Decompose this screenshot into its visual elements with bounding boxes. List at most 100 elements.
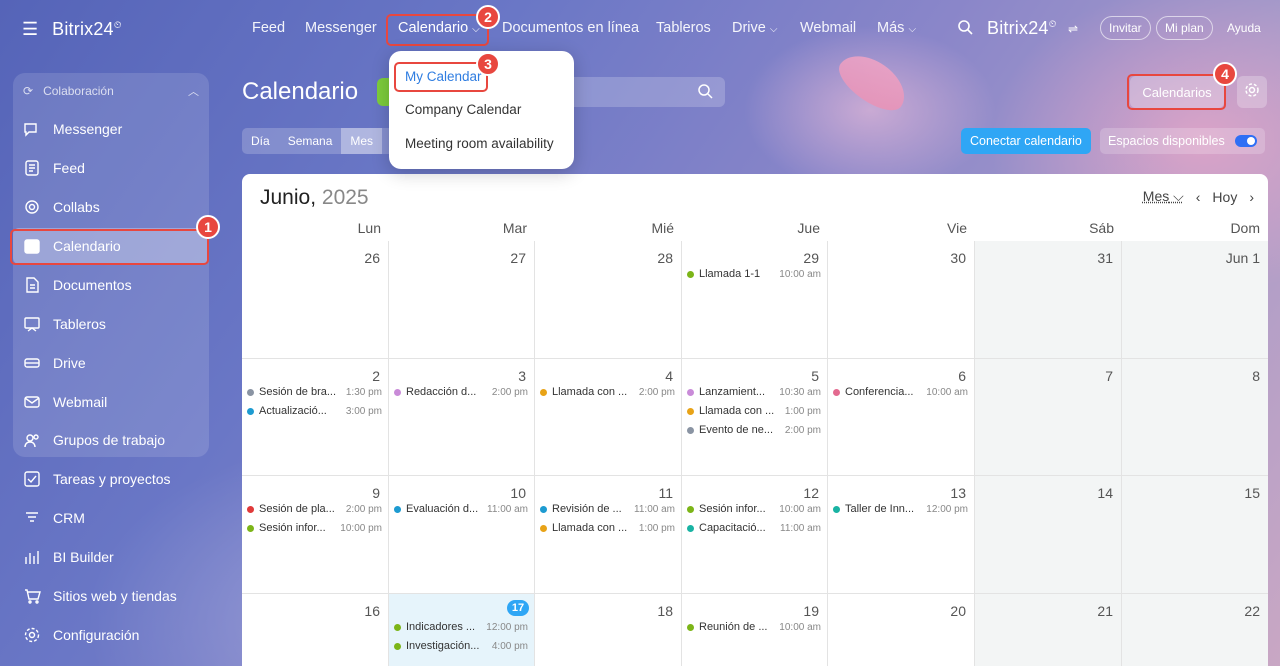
topnav-tableros[interactable]: Tableros [656, 20, 711, 36]
calendar-event[interactable]: Revisión de ... 11:00 am [540, 501, 675, 517]
calendar-event[interactable]: Indicadores ... 12:00 pm [394, 619, 528, 635]
topnav-mas[interactable]: Más ⌵ [877, 20, 916, 36]
sidebar-item-calendario[interactable]: Calendario [13, 228, 209, 264]
connect-calendar-button[interactable]: Conectar calendario [961, 128, 1091, 154]
sidebar-group-header[interactable]: ⟳ Colaboración ︿ [13, 80, 209, 102]
brand-logo-top[interactable]: Bitrix24⏲ [987, 18, 1057, 39]
day-cell[interactable]: 29 Llamada 1-1 10:00 am [682, 241, 828, 359]
day-cell[interactable]: 4 Llamada con ... 2:00 pm [535, 359, 682, 476]
day-cell[interactable]: 19 Reunión de ... 10:00 am [682, 594, 828, 666]
topnav-calendario[interactable]: Calendario ⌵ [398, 20, 480, 36]
menu-icon[interactable]: ☰ [22, 20, 38, 38]
day-cell[interactable]: 16 [242, 594, 389, 666]
day-cell[interactable]: 8 [1122, 359, 1268, 476]
calendar-search-input[interactable] [560, 77, 725, 107]
calendar-event[interactable]: Taller de Inn... 12:00 pm [833, 501, 968, 517]
calendar-event[interactable]: Redacción d... 2:00 pm [394, 384, 528, 400]
day-cell[interactable]: 15 [1122, 476, 1268, 594]
chevron-up-icon[interactable]: ︿ [188, 83, 199, 99]
day-cell[interactable]: 13 Taller de Inn... 12:00 pm [828, 476, 975, 594]
tab-week[interactable]: Semana [279, 128, 342, 154]
sidebar-item-tableros[interactable]: Tableros [13, 306, 209, 342]
day-cell[interactable]: 20 [828, 594, 975, 666]
day-cell[interactable]: 26 [242, 241, 389, 359]
calendar-event[interactable]: Llamada con ... 2:00 pm [540, 384, 675, 400]
help-button[interactable]: Ayuda [1219, 16, 1269, 40]
calendar-event[interactable]: Llamada con ... 1:00 pm [687, 403, 821, 419]
sidebar-item-collabs[interactable]: Collabs [13, 189, 209, 225]
calendar-event[interactable]: Sesión infor... 10:00 am [687, 501, 821, 517]
brand-logo[interactable]: Bitrix24⏲ [52, 19, 122, 40]
calendar-event[interactable]: Sesión de pla... 2:00 pm [247, 501, 382, 517]
tab-day[interactable]: Día [242, 128, 279, 154]
sidebar-item-tareas-y-proyectos[interactable]: Tareas y proyectos [13, 461, 209, 497]
calendar-event[interactable]: Sesión infor... 10:00 pm [247, 520, 382, 536]
day-cell[interactable]: 9 Sesión de pla... 2:00 pm Sesión infor... 1… [242, 476, 389, 594]
mail-icon [23, 393, 41, 411]
sidebar-item-sitios-web-y-tiendas[interactable]: Sitios web y tiendas [13, 578, 209, 614]
menu-item-my-calendar[interactable]: My Calendar [405, 69, 482, 84]
calendar-event[interactable]: Conferencia... 10:00 am [833, 384, 968, 400]
day-cell[interactable]: Jun 1 [1122, 241, 1268, 359]
sidebar-item-crm[interactable]: CRM [13, 500, 209, 536]
day-cell[interactable]: 28 [535, 241, 682, 359]
settings-sliders-icon[interactable]: ⇌ [1068, 22, 1078, 36]
day-cell[interactable]: 17 Indicadores ... 12:00 pm Investigación..… [389, 594, 535, 666]
available-spaces-toggle[interactable]: Espacios disponibles [1100, 128, 1265, 154]
calendar-event[interactable]: Investigación... 4:00 pm [394, 638, 528, 654]
calendars-button[interactable]: Calendarios [1130, 76, 1224, 108]
day-cell[interactable]: 10 Evaluación d... 11:00 am [389, 476, 535, 594]
calendar-event[interactable]: Evaluación d... 11:00 am [394, 501, 528, 517]
calendar-event[interactable]: Sesión de bra... 1:30 pm [247, 384, 382, 400]
weekday-header: Lun [357, 220, 381, 236]
menu-item-company-calendar[interactable]: Company Calendar [405, 102, 521, 117]
sidebar-item-documentos[interactable]: Documentos [13, 267, 209, 303]
prev-month-button[interactable]: ‹ [1196, 189, 1201, 205]
calendar-event[interactable]: Reunión de ... 10:00 am [687, 619, 821, 635]
day-cell[interactable]: 14 [975, 476, 1122, 594]
day-cell[interactable]: 11 Revisión de ... 11:00 am Llamada con ...… [535, 476, 682, 594]
my-plan-button[interactable]: Mi plan [1156, 16, 1213, 40]
day-cell[interactable]: 7 [975, 359, 1122, 476]
sidebar-item-grupos-de-trabajo[interactable]: Grupos de trabajo [13, 422, 209, 458]
invite-button[interactable]: Invitar [1100, 16, 1151, 40]
topnav-webmail[interactable]: Webmail [800, 20, 856, 36]
day-cell[interactable]: 27 [389, 241, 535, 359]
day-cell[interactable]: 12 Sesión infor... 10:00 am Capacitació... 1… [682, 476, 828, 594]
day-cell[interactable]: 3 Redacción d... 2:00 pm [389, 359, 535, 476]
day-cell[interactable]: 21 [975, 594, 1122, 666]
sidebar-item-feed[interactable]: Feed [13, 150, 209, 186]
calendar-event[interactable]: Lanzamient... 10:30 am [687, 384, 821, 400]
day-cell[interactable]: 30 [828, 241, 975, 359]
sidebar-item-drive[interactable]: Drive [13, 345, 209, 381]
next-month-button[interactable]: › [1249, 189, 1254, 205]
calendar-event[interactable]: Actualizació... 3:00 pm [247, 403, 382, 419]
sidebar-item-configuraci-n[interactable]: Configuración [13, 617, 209, 653]
day-cell[interactable]: 22 [1122, 594, 1268, 666]
sidebar-item-bi-builder[interactable]: BI Builder [13, 539, 209, 575]
day-cell[interactable]: 18 [535, 594, 682, 666]
topnav-drive[interactable]: Drive ⌵ [732, 20, 777, 36]
sidebar-item-webmail[interactable]: Webmail [13, 384, 209, 420]
tab-month[interactable]: Mes [341, 128, 383, 154]
calendar-event[interactable]: Llamada con ... 1:00 pm [540, 520, 675, 536]
search-icon[interactable] [957, 19, 973, 40]
day-cell[interactable]: 2 Sesión de bra... 1:30 pm Actualizació... 3… [242, 359, 389, 476]
calendar-settings-button[interactable] [1237, 76, 1267, 108]
top-navigation: Feed Messenger Calendario ⌵ Documentos e… [222, 0, 1280, 58]
sidebar-item-messenger[interactable]: Messenger [13, 111, 209, 147]
today-button[interactable]: Hoy [1212, 189, 1237, 205]
topnav-feed[interactable]: Feed [252, 20, 285, 36]
day-cell[interactable]: 31 [975, 241, 1122, 359]
calendar-event[interactable]: Evento de ne... 2:00 pm [687, 422, 821, 438]
view-select[interactable]: Mes ⌵ [1143, 188, 1184, 205]
day-cell[interactable]: 6 Conferencia... 10:00 am [828, 359, 975, 476]
calendar-event[interactable]: Llamada 1-1 10:00 am [687, 266, 821, 282]
calendar-event[interactable]: Capacitació... 11:00 am [687, 520, 821, 536]
topnav-documentos[interactable]: Documentos en línea [502, 20, 639, 36]
topnav-messenger[interactable]: Messenger [305, 20, 377, 36]
day-cell[interactable]: 5 Lanzamient... 10:30 am Llamada con ... 1:0… [682, 359, 828, 476]
menu-item-meeting-room[interactable]: Meeting room availability [405, 136, 554, 151]
event-color-dot [687, 426, 694, 434]
toggle-switch[interactable] [1235, 135, 1257, 147]
